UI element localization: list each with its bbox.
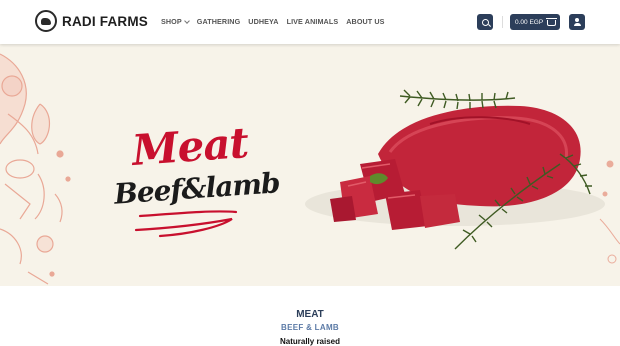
category-section: MEAT BEEF & LAMB Naturally raised	[0, 286, 620, 346]
search-icon	[481, 18, 489, 26]
nav-item-label: ABOUT US	[346, 17, 385, 26]
hero-illustration	[0, 53, 620, 285]
hero-banner[interactable]: Meat Beef&lamb	[0, 44, 620, 286]
nav-item-label: LIVE ANIMALS	[286, 17, 339, 26]
brand-name: RADI FARMS	[62, 13, 148, 29]
hero-headline: Meat	[130, 118, 250, 175]
nav-item-gathering[interactable]: GATHERING	[197, 17, 241, 26]
vegetable-doodles-right	[599, 160, 620, 264]
nav-item-label: UDHEYA	[248, 17, 279, 26]
script-underline	[134, 210, 238, 238]
account-button[interactable]	[569, 14, 585, 30]
nav-item-about-us[interactable]: ABOUT US	[346, 17, 384, 26]
chevron-down-icon	[183, 17, 190, 24]
nav-item-shop[interactable]: SHOP	[161, 17, 190, 26]
header-divider	[502, 16, 503, 28]
basket-icon	[546, 18, 557, 26]
meat-illustration	[305, 105, 605, 230]
nav-item-live-animals[interactable]: LIVE ANIMALS	[287, 17, 339, 26]
nav-item-udheya[interactable]: UDHEYA	[248, 17, 278, 26]
section-subtitle: BEEF & LAMB	[281, 323, 339, 332]
user-icon	[575, 18, 579, 22]
cart-total: 0.00 EGP	[515, 18, 544, 26]
nav-item-label: SHOP	[161, 17, 182, 26]
site-header: RADI FARMS SHOP GATHERING UDHEYA LIVE AN…	[0, 0, 620, 44]
main-nav: SHOP GATHERING UDHEYA LIVE ANIMALS ABOUT…	[161, 17, 385, 26]
section-title: MEAT	[296, 309, 324, 320]
search-button[interactable]	[477, 14, 493, 30]
cow-logo-icon	[35, 10, 57, 32]
section-tagline: Naturally raised	[279, 337, 341, 346]
vegetable-doodles-left	[0, 53, 71, 285]
logo[interactable]: RADI FARMS	[35, 10, 148, 32]
cart-button[interactable]: 0.00 EGP	[510, 14, 560, 30]
nav-item-label: GATHERING	[196, 17, 241, 26]
